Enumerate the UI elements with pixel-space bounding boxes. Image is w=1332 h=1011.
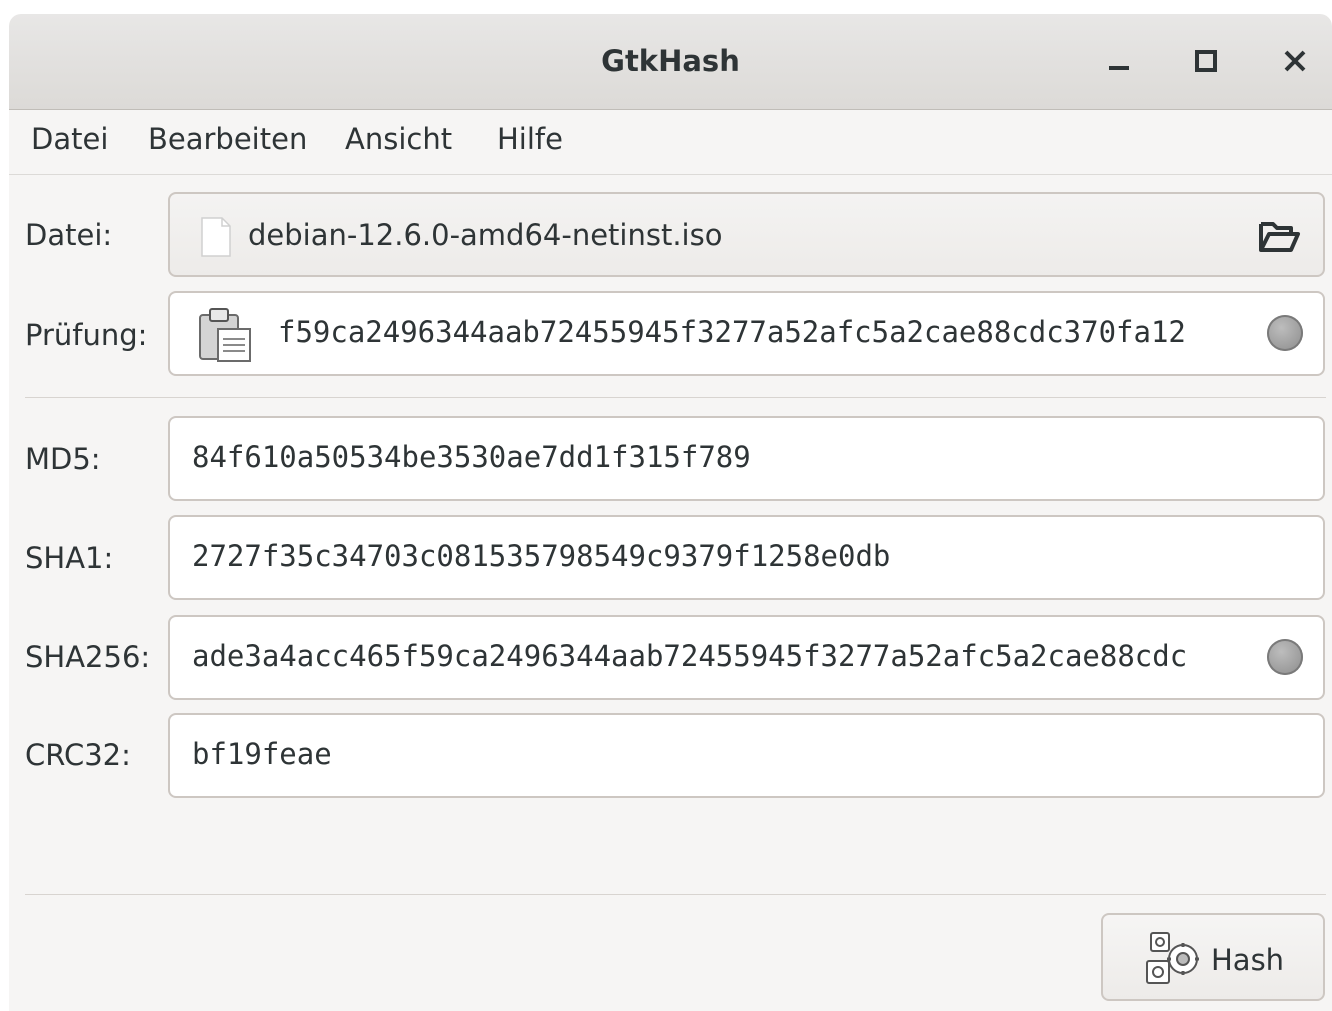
menu-bar: Datei Bearbeiten Ansicht Hilfe [9,110,1332,175]
separator-bottom [25,894,1326,895]
file-name: debian-12.6.0-amd64-netinst.iso [248,218,723,252]
close-button[interactable] [1270,36,1320,86]
check-status-indicator [1267,315,1303,351]
md5-value: 84f610a50534be3530ae7dd1f315f789 [192,440,751,474]
menu-ansicht[interactable]: Ansicht [345,122,452,156]
md5-label: MD5: [25,442,101,476]
menu-datei[interactable]: Datei [31,122,108,156]
menu-bearbeiten[interactable]: Bearbeiten [148,122,307,156]
gears-icon [1146,932,1199,984]
minimize-button[interactable] [1094,36,1144,86]
check-value: f59ca2496344aab72455945f3277a52afc5a2cae… [278,315,1186,349]
file-chooser-button[interactable]: debian-12.6.0-amd64-netinst.iso [168,192,1325,277]
sha256-value: ade3a4acc465f59ca2496344aab72455945f3277… [192,639,1188,673]
sha1-label: SHA1: [25,541,114,575]
sha256-label: SHA256: [25,640,151,674]
hash-button[interactable]: Hash [1101,913,1325,1001]
close-icon [1284,50,1306,72]
menu-hilfe[interactable]: Hilfe [497,122,563,156]
sha256-field[interactable]: ade3a4acc465f59ca2496344aab72455945f3277… [168,615,1325,700]
crc32-label: CRC32: [25,738,131,772]
hash-button-label: Hash [1211,943,1285,977]
minimize-icon [1109,66,1129,70]
maximize-icon [1195,50,1217,72]
maximize-button[interactable] [1181,36,1231,86]
crc32-field[interactable]: bf19feae [168,713,1325,798]
title-bar[interactable]: GtkHash [9,14,1332,110]
crc32-value: bf19feae [192,737,332,771]
sha1-field[interactable]: 2727f35c34703c081535798549c9379f1258e0db [168,515,1325,600]
sha256-status-indicator [1267,639,1303,675]
check-label: Prüfung: [25,318,148,352]
clipboard-paste-icon[interactable] [196,307,256,363]
file-label: Datei: [25,218,113,252]
check-input[interactable]: f59ca2496344aab72455945f3277a52afc5a2cae… [168,291,1325,376]
file-icon [201,217,231,257]
separator-top [25,397,1326,398]
folder-open-icon [1259,222,1300,252]
gtkhash-window: GtkHash Datei Bearbeiten Ansicht Hilfe D… [9,14,1332,1011]
sha1-value: 2727f35c34703c081535798549c9379f1258e0db [192,539,891,573]
md5-field[interactable]: 84f610a50534be3530ae7dd1f315f789 [168,416,1325,501]
